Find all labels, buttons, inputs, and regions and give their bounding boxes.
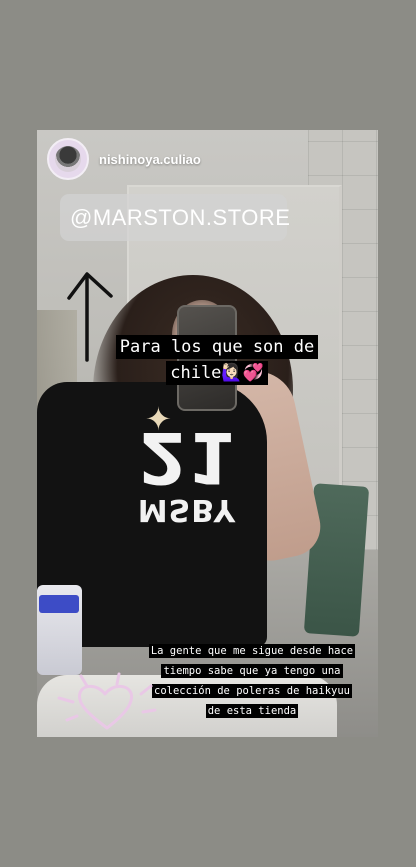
story-header[interactable]: nishinoya.culiao <box>47 138 201 180</box>
caption-bottom-line-1: La gente que me sigue desde hace <box>148 644 356 658</box>
shirt-number: 21 <box>138 416 236 498</box>
shirt-print: MSBY 21 <box>127 416 247 527</box>
caption-bottom-line-4: de esta tienda <box>205 704 299 718</box>
caption-bottom-line-3: colección de poleras de haikyuu <box>152 684 352 698</box>
story-frame[interactable]: ✦ MSBY 21 nishinoya.culiao @MARSTON.STOR… <box>37 130 378 737</box>
heart-doodle <box>57 672 157 730</box>
caption-bottom-line-2: tiempo sabe que ya tengo una <box>161 664 343 678</box>
bottle <box>37 585 82 675</box>
avatar-image <box>55 146 81 172</box>
username[interactable]: nishinoya.culiao <box>99 152 201 167</box>
avatar[interactable] <box>47 138 89 180</box>
bottle-label <box>39 595 79 613</box>
caption-top-line-1: Para los que son de <box>115 335 319 359</box>
caption-top-line-2: chile🙋🏻‍♀️💞 <box>166 361 268 385</box>
caption-top: Para los que son de chile🙋🏻‍♀️💞 <box>77 334 357 386</box>
mention-text: @MARSTON.STORE <box>70 204 291 230</box>
caption-bottom: La gente que me sigue desde hace tiempo … <box>132 640 372 720</box>
mention-sticker[interactable]: @MARSTON.STORE <box>60 194 291 241</box>
